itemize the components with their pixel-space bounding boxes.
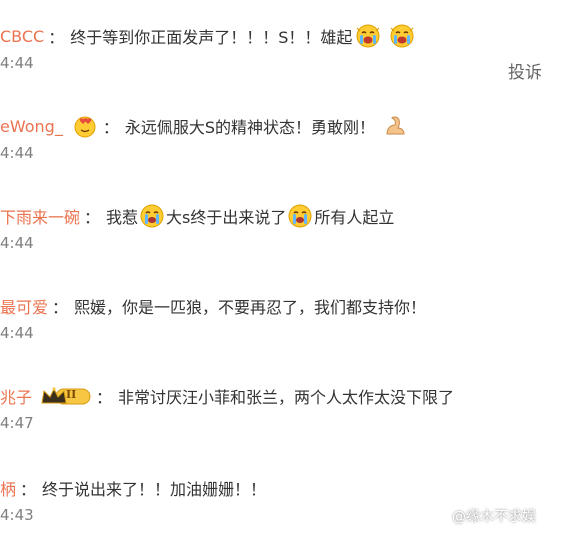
colon-separator: ： (52, 298, 69, 317)
comment-text: 永远佩服大S的精神状态！勇敢刚！ (124, 118, 375, 137)
comment-time: 4:43 (0, 506, 34, 524)
colon-separator: ： (96, 388, 113, 407)
comment-time: 4:44 (0, 234, 34, 252)
username-link[interactable]: 柄 (0, 476, 16, 500)
colon-separator: ： (48, 28, 65, 47)
comment-text: 我惹 (106, 208, 139, 227)
username-link[interactable]: 兆子 (0, 384, 32, 408)
crying-emoji-icon (140, 204, 164, 228)
colon-separator: ： (20, 480, 37, 499)
comment-time: 4:44 (0, 144, 34, 162)
crown-badge-icon: II (40, 385, 92, 407)
cheering-emoji-icon (390, 24, 414, 48)
flexed-biceps-icon (383, 114, 407, 138)
watermark-text: @缘木不求娱 (452, 509, 536, 525)
comment-time: 4:44 (0, 54, 34, 72)
crying-emoji-icon (288, 204, 312, 228)
badge-level-text: II (66, 388, 77, 401)
comment-text: 所有人起立 (314, 208, 395, 227)
comment-text: 大s终于出来说了 (166, 208, 287, 227)
comment-text: 熙媛，你是一匹狼，不要再忍了，我们都支持你！ (74, 298, 427, 317)
username-link[interactable]: 最可爱 (0, 294, 48, 318)
comment-text: 非常讨厌汪小菲和张兰，两个人太作太没下限了 (118, 388, 455, 407)
username-link[interactable]: CBCC (0, 27, 44, 46)
colon-separator: ： (102, 118, 119, 137)
comment-text: 终于等到你正面发声了！！！S！！雄起 (70, 28, 353, 47)
username-link[interactable]: eWong_ (0, 117, 63, 136)
comment-time: 4:47 (0, 414, 34, 432)
comment-time: 4:44 (0, 324, 34, 342)
colon-separator: ： (84, 208, 101, 227)
heart-face-icon (73, 114, 97, 138)
comment-text: 终于说出来了！！加油姗姗！！ (42, 480, 267, 499)
report-button[interactable]: 投诉 (508, 58, 542, 83)
cheering-emoji-icon (356, 24, 380, 48)
username-link[interactable]: 下雨来一碗 (0, 204, 80, 228)
